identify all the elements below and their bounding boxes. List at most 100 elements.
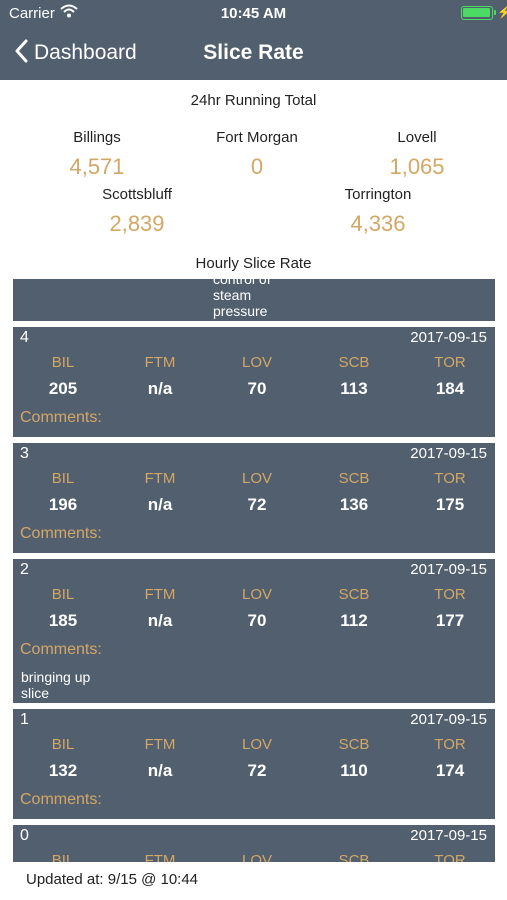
entry-date: 2017-09-15 xyxy=(410,445,487,462)
location-total: 2,839 xyxy=(109,211,165,236)
column-label: SCB xyxy=(338,470,370,487)
location-total: 0 xyxy=(250,154,264,179)
hourly-card[interactable]: 02017-09-15BILFTMLOVSCBTORComments: xyxy=(13,825,495,862)
rate-value: 70 xyxy=(247,611,267,630)
rate-value: 185 xyxy=(48,611,78,630)
rate-value: 184 xyxy=(435,379,465,398)
hourly-card[interactable]: 1 2017-09-15 BIL 132 FTM n/a LOV 72 SCB 110 TOR 174… xyxy=(13,709,495,819)
column-label: FTM xyxy=(144,736,176,753)
hour-number: 2 xyxy=(20,561,29,578)
column-label: LOV xyxy=(241,852,272,862)
column-label: BIL xyxy=(51,354,75,371)
location-name: Billings xyxy=(73,129,121,146)
column-label: SCB xyxy=(338,354,370,371)
hour-number: 3 xyxy=(20,445,29,462)
column-label: FTM xyxy=(144,586,176,603)
hourly-card-partial[interactable]: control of steam pressure xyxy=(13,279,495,321)
location-name: Lovell xyxy=(397,129,437,146)
rate-column: LOV 70 xyxy=(222,586,292,631)
rate-value: 113 xyxy=(340,379,368,398)
column-label: SCB xyxy=(338,736,370,753)
rate-value: 112 xyxy=(340,611,368,630)
comments-label: Comments: xyxy=(20,641,102,658)
page-title: Slice Rate xyxy=(203,41,304,64)
column-label: LOV xyxy=(241,736,272,753)
rate-column: FTM n/a xyxy=(125,736,195,781)
comment-text: bringing up slice xyxy=(21,669,91,701)
column-label: FTM xyxy=(144,470,176,487)
rate-column: FTM n/a xyxy=(125,470,195,515)
status-bar: Carrier 10:45 AM ⚡ xyxy=(0,0,507,28)
column-label: BIL xyxy=(51,852,75,862)
column-label: SCB xyxy=(338,852,370,862)
location-name: Torrington xyxy=(344,186,412,203)
rate-column: LOV xyxy=(222,852,292,862)
column-label: SCB xyxy=(338,586,370,603)
total-torrington: Torrington 4,336 xyxy=(308,186,448,237)
rate-column: LOV 72 xyxy=(222,736,292,781)
hourly-heading: Hourly Slice Rate xyxy=(195,255,312,272)
rate-column: TOR 177 xyxy=(415,586,485,631)
comments-label: Comments: xyxy=(20,409,102,426)
column-label: TOR xyxy=(434,470,466,487)
hour-number: 4 xyxy=(20,329,29,346)
entry-date: 2017-09-15 xyxy=(410,561,487,578)
scroll-content[interactable]: 24hr Running Total Billings 4,571 Fort M… xyxy=(0,80,507,862)
column-label: LOV xyxy=(241,586,272,603)
hour-number: 0 xyxy=(20,827,29,844)
rate-value: 175 xyxy=(435,495,465,514)
column-label: BIL xyxy=(51,470,75,487)
entry-date: 2017-09-15 xyxy=(410,827,487,844)
total-lovell: Lovell 1,065 xyxy=(347,129,487,180)
location-total: 4,336 xyxy=(350,211,406,236)
rate-value: n/a xyxy=(147,495,173,514)
rate-value: n/a xyxy=(147,611,173,630)
nav-bar: Carrier 10:45 AM ⚡ Dashboard Slice Rate xyxy=(0,0,507,80)
rate-value: 174 xyxy=(435,761,465,780)
footer: Updated at: 9/15 @ 10:44 xyxy=(0,862,507,900)
rate-value: 205 xyxy=(48,379,78,398)
location-name: Scottsbluff xyxy=(102,186,172,203)
rate-column: FTM n/a xyxy=(125,586,195,631)
comment-text: control of steam pressure xyxy=(213,279,271,319)
hourly-card[interactable]: 3 2017-09-15 BIL 196 FTM n/a LOV 72 SCB 136 TOR 175… xyxy=(13,443,495,553)
location-total: 1,065 xyxy=(389,154,445,179)
rate-column: BIL 132 xyxy=(28,736,98,781)
location-name: Fort Morgan xyxy=(216,129,298,146)
rate-value: 70 xyxy=(247,379,267,398)
column-label: FTM xyxy=(144,354,176,371)
rate-value: 110 xyxy=(340,761,368,780)
rate-column: SCB 110 xyxy=(319,736,389,781)
rate-column: SCB 113 xyxy=(319,354,389,399)
rate-column: TOR 174 xyxy=(415,736,485,781)
rate-column: TOR xyxy=(415,852,485,862)
rate-column: SCB 136 xyxy=(319,470,389,515)
rate-column: BIL xyxy=(28,852,98,862)
column-label: TOR xyxy=(434,852,466,862)
hourly-card[interactable]: 2 2017-09-15 BIL 185 FTM n/a LOV 70 SCB 112 TOR 177… xyxy=(13,559,495,703)
battery-icon: ⚡ xyxy=(461,5,507,20)
rate-column: LOV 70 xyxy=(222,354,292,399)
comments-label: Comments: xyxy=(20,525,102,542)
status-time: 10:45 AM xyxy=(220,5,287,22)
rate-value: 132 xyxy=(48,761,78,780)
column-label: BIL xyxy=(51,586,75,603)
hourly-card[interactable]: 4 2017-09-15 BIL 205 FTM n/a LOV 70 SCB 113 TOR 184… xyxy=(13,327,495,437)
column-label: TOR xyxy=(434,586,466,603)
location-total: 4,571 xyxy=(69,154,125,179)
updated-at: Updated at: 9/15 @ 10:44 xyxy=(26,871,199,888)
rate-column: BIL 205 xyxy=(28,354,98,399)
column-label: TOR xyxy=(434,736,466,753)
total-fort-morgan: Fort Morgan 0 xyxy=(187,129,327,180)
rate-column: SCB 112 xyxy=(319,586,389,631)
column-label: TOR xyxy=(434,354,466,371)
rate-value: 196 xyxy=(48,495,78,514)
total-scottsbluff: Scottsbluff 2,839 xyxy=(67,186,207,237)
rate-column: BIL 196 xyxy=(28,470,98,515)
rate-column: SCB xyxy=(319,852,389,862)
rate-value: n/a xyxy=(147,379,173,398)
column-label: BIL xyxy=(51,736,75,753)
column-label: LOV xyxy=(241,470,272,487)
rate-column: TOR 175 xyxy=(415,470,485,515)
rate-column: BIL 185 xyxy=(28,586,98,631)
